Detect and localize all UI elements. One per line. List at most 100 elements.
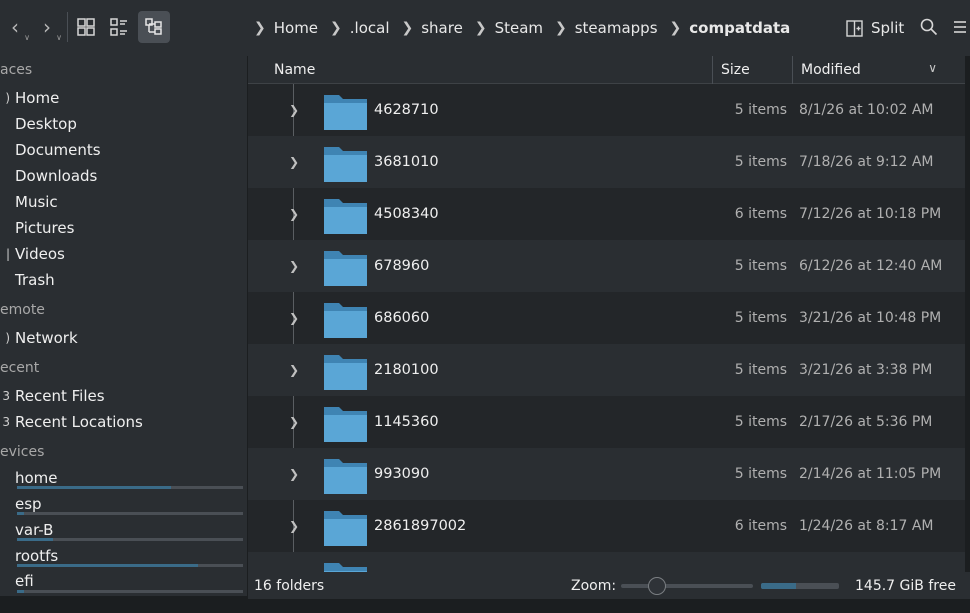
file-modified: 7/12/26 at 10:18 PM	[799, 206, 942, 222]
folder-icon	[324, 355, 367, 390]
sidebar-item-label: Videos	[15, 245, 65, 263]
search-button[interactable]	[918, 11, 940, 43]
vertical-scrollbar[interactable]	[965, 56, 970, 572]
videos-icon: |	[5, 247, 10, 261]
details-view-button[interactable]	[138, 11, 170, 43]
column-size-label: Size	[721, 62, 750, 78]
file-name: 4508340	[374, 206, 439, 222]
sidebar-item-pictures[interactable]: Pictures	[0, 215, 247, 241]
chevron-down-icon: ∨	[24, 33, 30, 42]
sidebar-item-label: Trash	[15, 271, 55, 289]
sidebar-item-network[interactable]: ) Network	[0, 325, 247, 351]
file-name: 3681010	[374, 154, 439, 170]
breadcrumb-share[interactable]: share	[421, 19, 463, 37]
sidebar-item-recent-locations[interactable]: 3 Recent Locations	[0, 409, 247, 435]
sidebar-item-label: Network	[15, 329, 78, 347]
breadcrumb-steam[interactable]: Steam	[495, 19, 543, 37]
sidebar-item-label: var-B	[15, 521, 54, 539]
chevron-right-icon[interactable]: ❯	[289, 103, 299, 117]
sidebar-item-documents[interactable]: Documents	[0, 137, 247, 163]
column-size[interactable]: Size	[712, 56, 792, 84]
music-icon	[0, 194, 10, 210]
table-row[interactable]: ❯ 4628710 5 items 8/1/26 at 10:02 AM	[248, 84, 965, 136]
section-devices: evices	[0, 444, 45, 460]
table-row[interactable]: ❯ 2180100 5 items 3/21/26 at 3:38 PM	[248, 344, 965, 396]
file-size: 6 items	[734, 518, 787, 534]
sidebar-item-downloads[interactable]: Downloads	[0, 163, 247, 189]
capacity-bar	[17, 486, 243, 489]
sidebar-item-label: Documents	[15, 141, 101, 159]
sidebar-item-label: Desktop	[15, 115, 77, 133]
icons-view-button[interactable]	[74, 11, 98, 43]
breadcrumb-compatdata[interactable]: compatdata	[689, 19, 790, 37]
sidebar-item-home[interactable]: ) Home	[0, 85, 247, 111]
table-row[interactable]: ❯ 1145360 5 items 2/17/26 at 5:36 PM	[248, 396, 965, 448]
disk-space-fill	[761, 583, 797, 589]
folder-icon	[324, 147, 367, 182]
file-name: 993090	[374, 466, 430, 482]
chevron-right-icon[interactable]: ❯	[289, 155, 299, 169]
table-row[interactable]: ❯ 2861897002 6 items 1/24/26 at 8:17 AM	[248, 500, 965, 552]
column-name-label: Name	[274, 62, 316, 78]
sidebar-item-label: Recent Files	[15, 387, 105, 405]
chevron-right-icon[interactable]: ❯	[289, 207, 299, 221]
folder-icon	[324, 459, 367, 494]
chevron-right-icon[interactable]: ❯	[289, 467, 299, 481]
arrow-left-icon: ‹	[11, 15, 19, 39]
folder-count: 16 folders	[254, 577, 325, 594]
forward-button[interactable]: › ∨	[34, 11, 62, 43]
documents-icon	[0, 142, 10, 158]
file-view[interactable]: Name Size Modified ∨ ❯ 4628710 5 items 8/1/…	[248, 56, 965, 572]
split-button[interactable]: Split	[846, 15, 904, 41]
split-label: Split	[871, 19, 905, 37]
toolbar-separator	[67, 12, 68, 42]
zoom-slider-handle[interactable]	[648, 577, 667, 595]
search-icon	[920, 18, 938, 36]
chevron-right-icon: ❯	[330, 20, 342, 36]
chevron-right-icon[interactable]: ❯	[289, 363, 299, 377]
breadcrumb-steamapps[interactable]: steamapps	[575, 19, 658, 37]
capacity-bar-fill	[17, 486, 171, 489]
table-row[interactable]: ❯	[248, 552, 965, 572]
chevron-right-icon: ❯	[669, 20, 682, 36]
capacity-bar	[17, 590, 243, 593]
pictures-icon	[0, 220, 10, 236]
drive-icon	[0, 548, 10, 564]
sidebar-item-label: Downloads	[15, 167, 98, 185]
table-row[interactable]: ❯ 4508340 6 items 7/12/26 at 10:18 PM	[248, 188, 965, 240]
chevron-down-icon: ∨	[928, 61, 937, 75]
chevron-right-icon: ❯	[254, 20, 266, 36]
file-modified: 3/21/26 at 10:48 PM	[799, 310, 942, 326]
breadcrumb-home[interactable]: Home	[274, 19, 318, 37]
disk-space-bar	[761, 583, 839, 589]
chevron-right-icon[interactable]: ❯	[289, 415, 299, 429]
split-view-icon	[846, 19, 863, 37]
table-row[interactable]: ❯ 686060 5 items 3/21/26 at 10:48 PM	[248, 292, 965, 344]
compact-view-button[interactable]	[107, 11, 131, 43]
sidebar-item-videos[interactable]: | Videos	[0, 241, 247, 267]
sidebar-item-recent-files[interactable]: 3 Recent Files	[0, 383, 247, 409]
column-name[interactable]: Name	[266, 56, 712, 84]
file-modified: 6/12/26 at 12:40 AM	[799, 258, 943, 274]
section-recent: ecent	[0, 360, 40, 376]
back-button[interactable]: ‹ ∨	[2, 11, 30, 43]
breadcrumb-local[interactable]: .local	[350, 19, 390, 37]
column-modified[interactable]: Modified ∨	[792, 56, 947, 84]
zoom-slider[interactable]	[621, 577, 753, 595]
menu-button[interactable]	[950, 11, 970, 43]
chevron-right-icon[interactable]: ❯	[289, 259, 299, 273]
sidebar-item-label: home	[15, 469, 58, 487]
file-modified: 3/21/26 at 3:38 PM	[799, 362, 933, 378]
table-row[interactable]: ❯ 3681010 5 items 7/18/26 at 9:12 AM	[248, 136, 965, 188]
table-row[interactable]: ❯ 678960 5 items 6/12/26 at 12:40 AM	[248, 240, 965, 292]
chevron-right-icon[interactable]: ❯	[289, 311, 299, 325]
chevron-right-icon[interactable]: ❯	[289, 519, 299, 533]
column-modified-label: Modified	[801, 62, 861, 78]
sidebar-item-music[interactable]: Music	[0, 189, 247, 215]
folder-icon	[324, 251, 367, 286]
sidebar-item-trash[interactable]: Trash	[0, 267, 247, 293]
chevron-right-icon: ❯	[474, 20, 487, 36]
sidebar-item-desktop[interactable]: Desktop	[0, 111, 247, 137]
table-row[interactable]: ❯ 993090 5 items 2/14/26 at 11:05 PM	[248, 448, 965, 500]
chevron-right-icon: ❯	[401, 20, 414, 36]
